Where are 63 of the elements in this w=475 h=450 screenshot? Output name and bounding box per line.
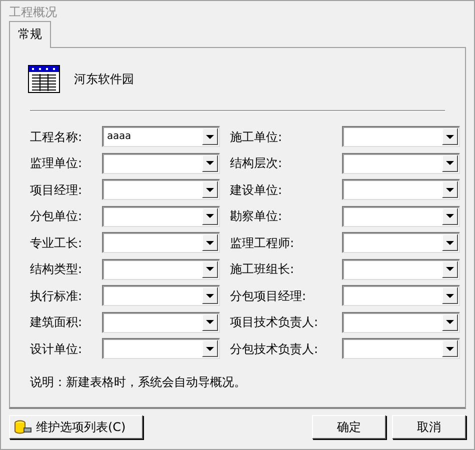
field-label: 监理工程师: xyxy=(230,234,294,252)
caret-icon xyxy=(206,188,214,192)
caret-icon xyxy=(206,161,214,165)
field-label: 建筑面积: xyxy=(30,314,82,331)
dropdown-button[interactable] xyxy=(442,234,458,251)
dropdown-button[interactable] xyxy=(202,208,218,224)
field-label: 施工单位: xyxy=(230,128,282,146)
dropdown-button[interactable] xyxy=(442,154,458,172)
field-label: 设计单位: xyxy=(30,340,82,358)
tab[interactable]: 常规 xyxy=(9,21,51,48)
field-label: 监理单位: xyxy=(30,155,82,172)
field-label: 勘察单位: xyxy=(230,208,282,225)
dropdown-button[interactable] xyxy=(442,340,458,357)
dropdown-button[interactable] xyxy=(202,128,218,145)
caret-icon xyxy=(446,188,454,192)
maintain-button[interactable]: 维护选项列表(C) xyxy=(9,415,143,439)
caret-icon xyxy=(446,320,454,324)
caret-icon xyxy=(206,346,214,350)
caret-icon xyxy=(446,134,454,138)
field-label: 专业工长: xyxy=(30,234,82,252)
dropdown-button[interactable] xyxy=(202,181,218,198)
caret-icon xyxy=(206,214,214,218)
dropdown-button[interactable] xyxy=(202,340,218,357)
caret-icon xyxy=(446,346,454,350)
caret-icon xyxy=(446,214,454,218)
dialog-button[interactable]: 确定 xyxy=(312,415,386,439)
caret-icon xyxy=(446,240,454,244)
dropdown-button[interactable] xyxy=(202,260,218,278)
database-icon xyxy=(14,420,32,434)
field-label: 施工班组长: xyxy=(230,261,294,278)
dropdown-button[interactable] xyxy=(442,181,458,198)
dropdown-button[interactable] xyxy=(202,234,218,251)
dropdown-button[interactable] xyxy=(202,314,218,330)
field-label: 结构层次: xyxy=(230,155,282,172)
caret-icon xyxy=(206,320,214,324)
caret-icon xyxy=(206,294,214,298)
header-label: 河东软件园 xyxy=(74,71,134,88)
dropdown-button[interactable] xyxy=(202,287,218,304)
caret-icon xyxy=(446,267,454,271)
caret-icon xyxy=(446,294,454,298)
dropdown-button[interactable] xyxy=(442,314,458,330)
caret-icon xyxy=(206,134,214,138)
dropdown-button[interactable] xyxy=(202,154,218,172)
field-label: 项目技术负责人: xyxy=(230,314,318,331)
field-label: 执行标准: xyxy=(30,288,82,304)
field-label: 项目经理: xyxy=(30,182,82,198)
field-label: 建设单位: xyxy=(230,182,282,198)
field-label: 分包项目经理: xyxy=(230,288,306,304)
caret-icon xyxy=(446,161,454,165)
window-title: 工程概况 xyxy=(9,5,57,19)
note-text: 说明：新建表格时，系统会自动导概况。 xyxy=(30,375,246,389)
dropdown-button[interactable] xyxy=(442,128,458,145)
dropdown-button[interactable] xyxy=(442,208,458,224)
field-label: 分包技术负责人: xyxy=(230,340,318,358)
dropdown-button[interactable] xyxy=(442,260,458,278)
field-label: 分包单位: xyxy=(30,208,82,225)
field-label: 工程名称: xyxy=(30,128,82,146)
field-label: 结构类型: xyxy=(30,261,82,278)
caret-icon xyxy=(206,267,214,271)
table-icon xyxy=(28,65,60,93)
caret-icon xyxy=(206,240,214,244)
dialog-button[interactable]: 取消 xyxy=(392,415,466,439)
dropdown-button[interactable] xyxy=(442,287,458,304)
